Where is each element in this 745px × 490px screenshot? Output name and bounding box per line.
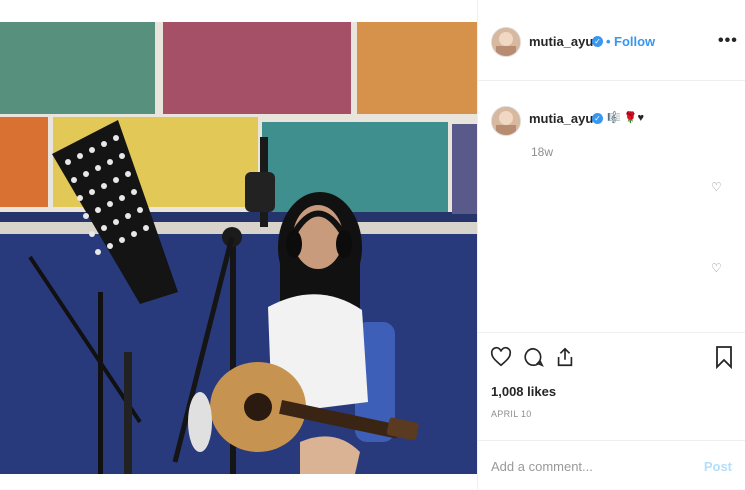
header-separator: • [606,34,611,49]
photo-illustration [0,22,477,474]
verified-badge-icon: ✓ [592,113,603,124]
comment-bar: Add a comment... Post [478,440,745,490]
follow-button[interactable]: Follow [614,34,655,49]
comment-like-heart-icon[interactable]: ♡ [711,261,722,275]
heart-icon[interactable] [490,346,512,368]
comment-like-heart-icon[interactable]: ♡ [711,180,722,194]
post-sidebar: mutia_ayuu ✓ • Follow ••• mutia_ayuu ✓ 🎼… [477,0,745,489]
post-date[interactable]: APRIL 10 [491,409,532,419]
bookmark-icon[interactable] [714,345,734,369]
caption-username[interactable]: mutia_ayuu [529,111,601,126]
verified-badge-icon: ✓ [592,36,603,47]
post-button[interactable]: Post [704,459,732,474]
likes-count[interactable]: 1,008 likes [491,384,556,399]
header-username[interactable]: mutia_ayuu [529,34,601,49]
avatar-image [492,28,520,56]
caption-text: 🎼 🌹♥ [607,112,644,124]
post-photo[interactable] [0,22,477,474]
more-options-icon[interactable]: ••• [718,32,738,50]
avatar[interactable] [491,27,521,57]
post-header: mutia_ayuu ✓ • Follow ••• [478,0,745,81]
caption-timestamp[interactable]: 18w [531,145,553,159]
comment-icon[interactable] [522,346,544,368]
caption-avatar[interactable] [491,106,521,136]
share-icon[interactable] [554,345,576,369]
comment-input[interactable]: Add a comment... [491,459,593,474]
avatar-image [492,107,520,135]
instagram-post-window: mutia_ayuu ✓ • Follow ••• mutia_ayuu ✓ 🎼… [0,0,745,489]
